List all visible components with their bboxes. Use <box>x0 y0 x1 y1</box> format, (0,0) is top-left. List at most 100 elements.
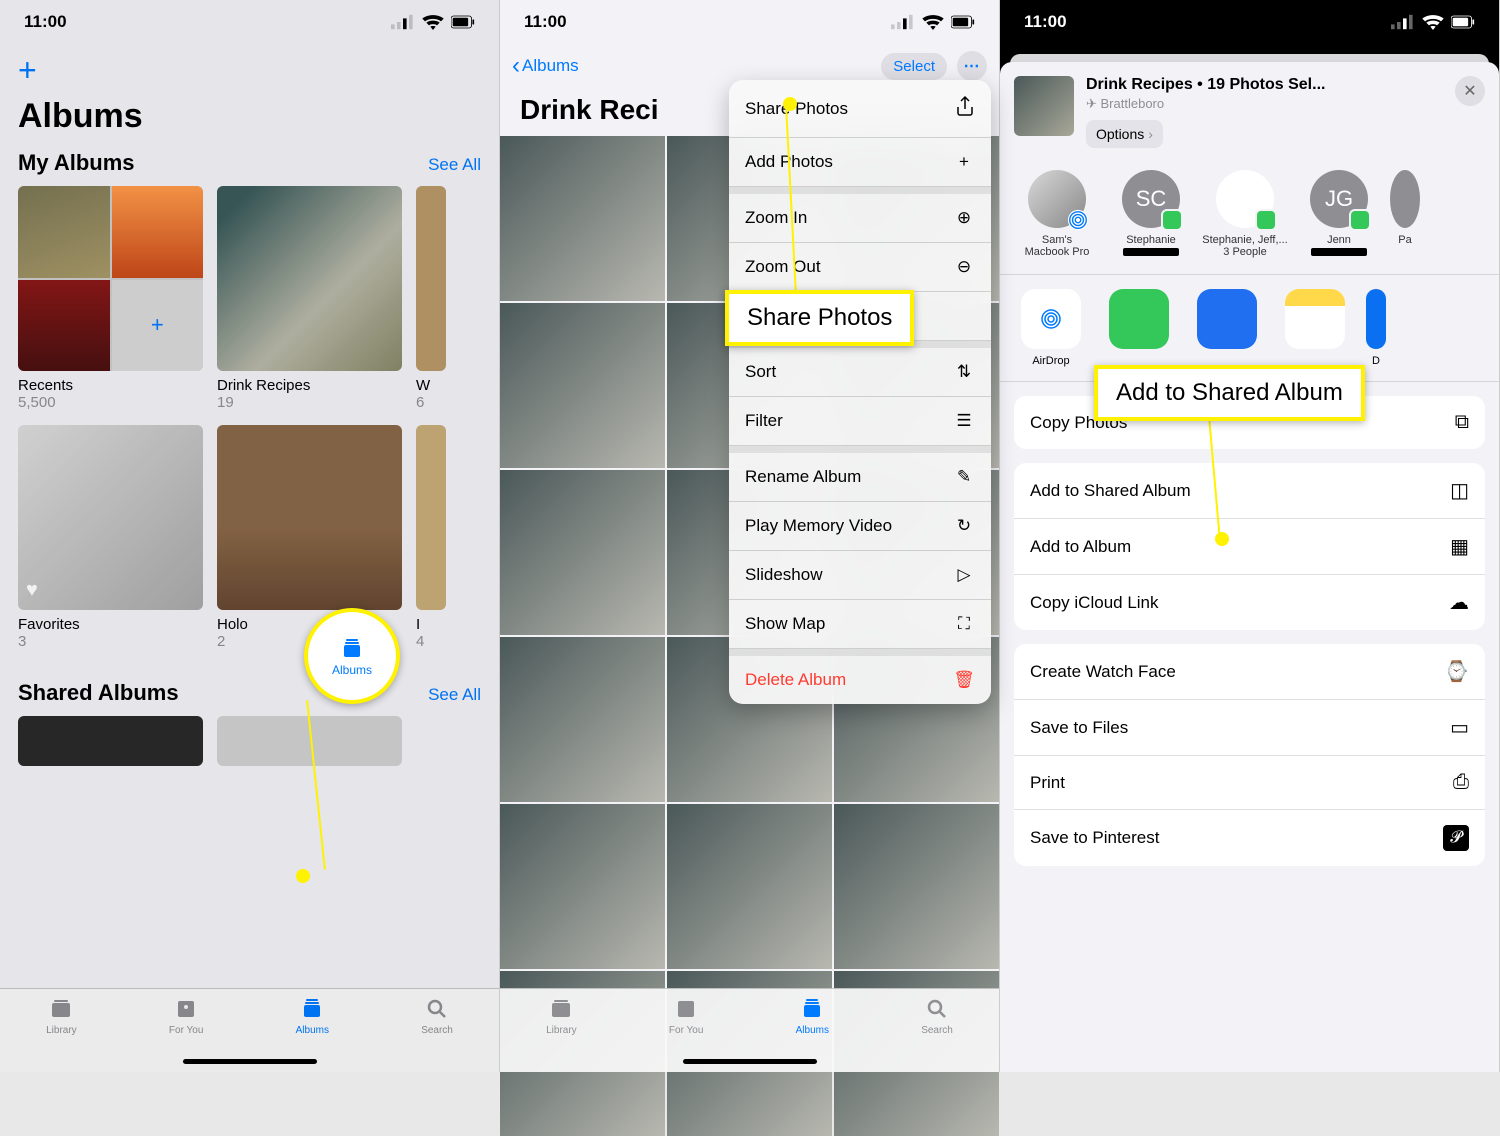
shared-album-item[interactable] <box>18 716 203 766</box>
status-bar: 11:00 <box>1000 0 1499 44</box>
album-title: Drink Recipes <box>217 377 402 394</box>
cellular-icon <box>1391 10 1415 34</box>
status-time: 11:00 <box>24 12 67 32</box>
home-indicator[interactable] <box>183 1059 317 1064</box>
see-all-shared[interactable]: See All <box>428 685 481 705</box>
album-recents[interactable]: + Recents 5,500 <box>18 186 203 411</box>
context-menu: Share Photos Add Photos+ Zoom In⊕ Zoom O… <box>729 80 991 704</box>
back-button[interactable]: ‹Albums <box>512 52 579 80</box>
app-notes[interactable] <box>1278 289 1352 367</box>
app-messages[interactable] <box>1102 289 1176 367</box>
tab-albums[interactable]: Albums <box>296 995 329 1036</box>
photo-cell[interactable] <box>667 804 832 969</box>
screen-albums-list: 11:00 + Albums My Albums See All + Recen… <box>0 0 500 1072</box>
watch-icon: ⌚ <box>1444 659 1469 684</box>
photo-cell[interactable] <box>500 136 665 301</box>
tab-library[interactable]: Library <box>546 995 577 1036</box>
pencil-icon: ✎ <box>953 467 975 487</box>
plus-icon: + <box>953 152 975 172</box>
home-indicator[interactable] <box>683 1059 817 1064</box>
wifi-icon <box>1421 10 1445 34</box>
action-add-album[interactable]: Add to Album▦ <box>1014 519 1485 575</box>
photo-cell[interactable] <box>500 470 665 635</box>
app-more[interactable]: D <box>1366 289 1386 367</box>
menu-filter[interactable]: Filter☰ <box>729 397 991 446</box>
messages-badge-icon <box>1161 209 1183 231</box>
menu-show-map[interactable]: Show Map⛶ <box>729 600 991 649</box>
photo-cell[interactable] <box>500 804 665 969</box>
options-button[interactable]: Options › <box>1086 120 1163 148</box>
see-all-my-albums[interactable]: See All <box>428 155 481 175</box>
section-title-my-albums: My Albums <box>18 150 135 176</box>
photo-cell[interactable] <box>834 804 999 969</box>
select-button[interactable]: Select <box>881 53 947 80</box>
action-save-files[interactable]: Save to Files▭ <box>1014 700 1485 756</box>
zoom-out-icon: ⊖ <box>953 257 975 277</box>
section-title-shared: Shared Albums <box>18 680 179 706</box>
tab-search[interactable]: Search <box>421 995 453 1036</box>
photo-cell[interactable] <box>500 303 665 468</box>
contact-item[interactable]: Sam'sMacbook Pro <box>1014 170 1100 258</box>
status-icons <box>891 10 975 34</box>
play-icon: ▷ <box>953 565 975 585</box>
action-watch-face[interactable]: Create Watch Face⌚ <box>1014 644 1485 700</box>
sort-icon: ⇅ <box>953 362 975 382</box>
battery-icon <box>951 10 975 34</box>
album-peek-2[interactable]: I 4 <box>416 425 446 650</box>
status-time: 11:00 <box>524 12 567 32</box>
airdrop-badge-icon <box>1067 209 1089 231</box>
app-airdrop[interactable]: AirDrop <box>1014 289 1088 367</box>
album-drink-recipes[interactable]: Drink Recipes 19 <box>217 186 402 411</box>
tab-foryou[interactable]: For You <box>169 995 203 1036</box>
menu-sort[interactable]: Sort⇅ <box>729 348 991 397</box>
album-title: Favorites <box>18 616 203 633</box>
photo-cell[interactable] <box>500 637 665 802</box>
album-favorites[interactable]: ♥ Favorites 3 <box>18 425 203 650</box>
menu-delete-album[interactable]: Delete Album🗑 <box>729 656 991 704</box>
add-album-button[interactable]: + <box>18 52 481 89</box>
airdrop-icon <box>1039 307 1063 331</box>
action-group-2: Add to Shared Album◫ Add to Album▦ Copy … <box>1014 463 1485 630</box>
contact-item[interactable]: SCStephanie <box>1108 170 1194 258</box>
action-add-shared-album[interactable]: Add to Shared Album◫ <box>1014 463 1485 519</box>
battery-icon <box>1451 10 1475 34</box>
callout-dot <box>783 97 797 111</box>
action-print[interactable]: Print⎙ <box>1014 756 1485 810</box>
callout-add-shared-album: Add to Shared Album <box>1094 365 1365 421</box>
contact-item[interactable]: Stephanie, Jeff,...3 People <box>1202 170 1288 258</box>
print-icon: ⎙ <box>1453 771 1469 794</box>
action-pinterest[interactable]: Save to Pinterest𝓟 <box>1014 810 1485 866</box>
action-copy-icloud[interactable]: Copy iCloud Link☁ <box>1014 575 1485 630</box>
tab-search[interactable]: Search <box>921 995 953 1036</box>
cellular-icon <box>391 10 415 34</box>
album-count: 6 <box>416 394 446 411</box>
copy-icon: ⧉ <box>1455 411 1469 434</box>
tab-library[interactable]: Library <box>46 995 77 1036</box>
screen-album-menu: 11:00 ‹Albums Select ⋯ Drink Reci Share … <box>500 0 1000 1072</box>
menu-rename[interactable]: Rename Album✎ <box>729 453 991 502</box>
sheet-location: ✈ Brattleboro <box>1086 96 1443 112</box>
contact-item[interactable]: Pa <box>1390 170 1420 258</box>
menu-slideshow[interactable]: Slideshow▷ <box>729 551 991 600</box>
tab-albums[interactable]: Albums <box>796 995 829 1036</box>
album-peek[interactable]: W 6 <box>416 186 446 411</box>
menu-add-photos[interactable]: Add Photos+ <box>729 138 991 187</box>
more-button[interactable]: ⋯ <box>957 51 987 81</box>
my-albums-grid: + Recents 5,500 Drink Recipes 19 W 6 <box>18 186 481 411</box>
chevron-right-icon: › <box>1148 126 1153 142</box>
close-button[interactable]: ✕ <box>1455 76 1485 106</box>
memory-icon: ↻ <box>953 516 975 536</box>
wifi-icon <box>421 10 445 34</box>
page-title: Albums <box>18 97 481 136</box>
heart-icon: ♥ <box>26 579 38 602</box>
menu-zoom-in[interactable]: Zoom In⊕ <box>729 194 991 243</box>
menu-zoom-out[interactable]: Zoom Out⊖ <box>729 243 991 292</box>
cloud-icon: ☁ <box>1449 590 1469 615</box>
album-title: I <box>416 616 446 633</box>
tab-foryou[interactable]: For You <box>669 995 703 1036</box>
callout-dot <box>1215 532 1229 546</box>
contact-item[interactable]: JGJenn <box>1296 170 1382 258</box>
app-mail[interactable] <box>1190 289 1264 367</box>
menu-share-photos[interactable]: Share Photos <box>729 80 991 138</box>
menu-memory[interactable]: Play Memory Video↻ <box>729 502 991 551</box>
